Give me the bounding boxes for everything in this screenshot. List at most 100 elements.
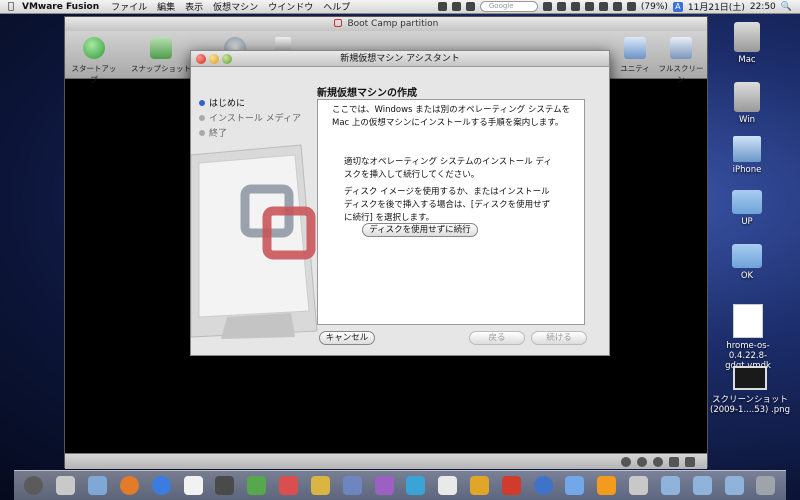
app-dock-icon[interactable]	[406, 476, 426, 495]
itunes-dock-icon[interactable]	[247, 476, 267, 495]
app-dock-icon[interactable]	[629, 476, 649, 495]
snapshot-button[interactable]: スナップショット	[131, 37, 191, 74]
dialog-title-bar[interactable]: 新規仮想マシン アシスタント	[191, 51, 609, 67]
insert-disc-text: 適切なオペレーティング システムのインストール ディスクを挿入して続行してくださ…	[344, 157, 552, 180]
network-share-icon	[733, 136, 761, 162]
close-button[interactable]	[196, 54, 206, 64]
start-up-button[interactable]: スタートアップ	[69, 37, 119, 85]
screenshot-file-icon	[733, 366, 767, 390]
step-indicator-icon	[199, 114, 205, 121]
time-machine-icon[interactable]	[570, 2, 580, 11]
play-icon	[83, 37, 105, 59]
window-status-bar	[65, 453, 707, 469]
zoom-button[interactable]	[222, 54, 232, 64]
intro-text: ここでは、Windows または別のオペレーティング システムを Mac 上の仮…	[332, 105, 571, 128]
menu-virtual-machine[interactable]: 仮想マシン	[213, 0, 258, 13]
menubar-date[interactable]: 11月21日(土)	[688, 0, 745, 13]
step-indicator-icon	[199, 99, 205, 106]
sound-status-icon[interactable]	[637, 457, 647, 467]
fullscreen-button[interactable]: フルスクリーン	[657, 37, 705, 85]
sync-icon[interactable]	[556, 2, 566, 11]
terminal-dock-icon[interactable]	[310, 476, 330, 495]
bluetooth-icon[interactable]	[584, 2, 594, 11]
folder-icon	[732, 244, 762, 268]
folder-dock-icon[interactable]	[660, 476, 680, 495]
script-icon[interactable]	[542, 2, 552, 11]
cdrom-status-icon[interactable]	[621, 457, 631, 467]
new-vm-assistant-dialog: 新規仮想マシン アシスタント はじめに インストール メディア 終了 新規仮想マ…	[190, 50, 610, 356]
google-search-field[interactable]: Google	[479, 1, 538, 12]
volume-icon[interactable]	[612, 2, 622, 11]
cancel-button[interactable]: キャンセル	[319, 331, 375, 345]
step-finish: 終了	[199, 126, 227, 139]
window-title-bar[interactable]: Boot Camp partition	[65, 17, 707, 31]
menu-file[interactable]: ファイル	[111, 0, 147, 13]
app-dock-icon[interactable]	[374, 476, 394, 495]
menu-edit[interactable]: 編集	[157, 0, 175, 13]
clipboard-icon[interactable]	[465, 2, 475, 11]
desktop-icon-ok[interactable]: OK	[712, 244, 782, 281]
menubar-time[interactable]: 22:50	[750, 2, 776, 12]
desktop-icon-iphone[interactable]: iPhone	[712, 136, 782, 175]
mail-dock-icon[interactable]	[88, 476, 108, 495]
dialog-heading: 新規仮想マシンの作成	[317, 88, 417, 99]
document-file-icon	[733, 304, 763, 338]
minimize-button[interactable]	[209, 54, 219, 64]
disk-status-icon[interactable]	[685, 457, 695, 467]
window-title: Boot Camp partition	[347, 19, 439, 29]
desktop-icon-vmdk[interactable]: hrome-os-0.4.22.8-gdgt.vmdk	[708, 304, 788, 371]
finder-dock-icon[interactable]	[24, 476, 44, 495]
battery-icon[interactable]	[626, 2, 636, 11]
menu-view[interactable]: 表示	[185, 0, 203, 13]
monitor-icon[interactable]	[451, 2, 461, 11]
desktop-icon-mac[interactable]: Mac	[712, 22, 782, 65]
wifi-icon[interactable]	[598, 2, 608, 11]
menu-help[interactable]: ヘルプ	[323, 0, 350, 13]
system-preferences-dock-icon[interactable]	[342, 476, 362, 495]
vlc-dock-icon[interactable]	[597, 476, 617, 495]
app-dock-icon[interactable]	[565, 476, 585, 495]
vmware-status-icon[interactable]	[437, 2, 447, 11]
folder-dock-icon[interactable]	[692, 476, 712, 495]
unity-button[interactable]: ユニティ	[617, 37, 653, 74]
hard-drive-icon	[734, 22, 760, 52]
disk-image-text: ディスク イメージを使用するか、またはインストール ディスクを後で挿入する場合は…	[344, 187, 551, 223]
network-status-icon[interactable]	[653, 457, 663, 467]
fullscreen-icon	[670, 37, 692, 59]
app-menu[interactable]: VMware Fusion	[22, 2, 99, 12]
ical-dock-icon[interactable]	[183, 476, 203, 495]
boot-camp-icon	[333, 19, 342, 27]
desktop-icon-screenshot[interactable]: スクリーンショット (2009-1....53) .png	[708, 366, 792, 415]
snapshot-icon	[150, 37, 172, 59]
photo-dock-icon[interactable]	[215, 476, 235, 495]
app-dock-icon[interactable]	[470, 476, 489, 495]
menu-bar:  VMware Fusion ファイル 編集 表示 仮想マシン ウインドウ ヘ…	[0, 0, 800, 14]
spotlight-icon[interactable]: 🔍	[781, 2, 792, 12]
step-introduction: はじめに	[199, 96, 245, 109]
menu-window[interactable]: ウインドウ	[268, 0, 313, 13]
app-dock-icon[interactable]	[438, 476, 458, 495]
app-dock-icon[interactable]	[533, 476, 553, 495]
firefox-dock-icon[interactable]	[119, 476, 139, 495]
folder-dock-icon[interactable]	[724, 476, 744, 495]
trash-dock-icon[interactable]	[756, 476, 776, 495]
desktop-icon-win[interactable]: Win	[712, 82, 782, 125]
safari-dock-icon[interactable]	[151, 476, 171, 495]
input-method-icon[interactable]: A	[672, 1, 683, 12]
apple-menu-icon[interactable]: 	[0, 1, 22, 12]
continue-button[interactable]: 続ける	[531, 331, 587, 345]
dashboard-dock-icon[interactable]	[56, 476, 76, 495]
dock	[14, 470, 786, 500]
vmware-logo-illustration-icon	[191, 144, 318, 339]
app-dock-icon[interactable]	[501, 476, 521, 495]
back-button[interactable]: 戻る	[469, 331, 525, 345]
continue-without-disc-button[interactable]: ディスクを使用せずに続行	[362, 223, 478, 237]
unity-icon	[624, 37, 646, 59]
hard-drive-icon	[734, 82, 760, 112]
usb-status-icon[interactable]	[669, 457, 679, 467]
dialog-title: 新規仮想マシン アシスタント	[340, 54, 460, 64]
step-indicator-icon	[199, 129, 205, 136]
step-installation-media: インストール メディア	[199, 111, 301, 124]
preview-dock-icon[interactable]	[279, 476, 299, 495]
desktop-icon-up[interactable]: UP	[712, 190, 782, 227]
